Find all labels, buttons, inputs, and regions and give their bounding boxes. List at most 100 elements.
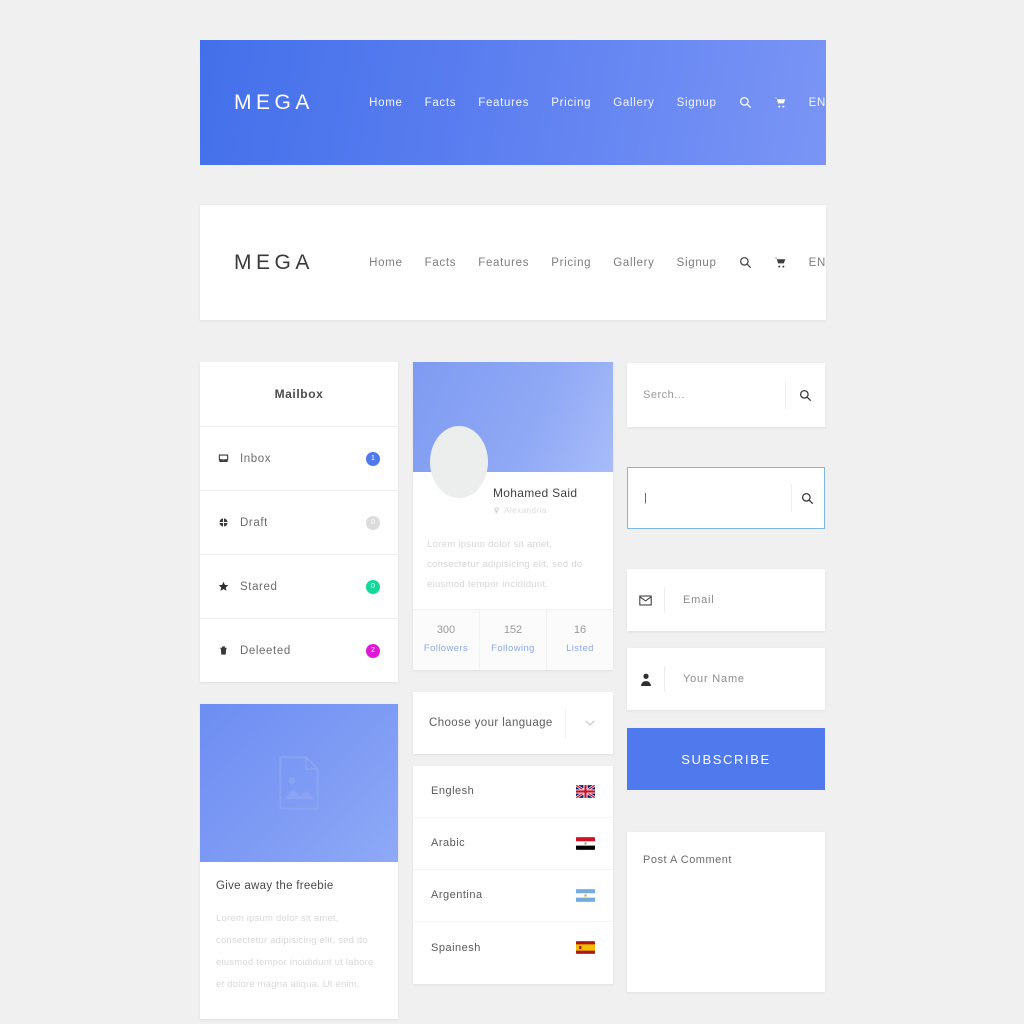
language-item-argentina[interactable]: Argentina — [413, 870, 613, 922]
search-icon[interactable] — [739, 96, 752, 109]
chevron-down-icon[interactable] — [565, 707, 613, 738]
text-cursor: | — [644, 492, 647, 504]
nav-link-facts[interactable]: Facts — [425, 97, 457, 109]
language-select-card[interactable]: Choose your language — [413, 691, 613, 754]
stat-following-label: Following — [491, 642, 535, 654]
nav-lang-code-2[interactable]: EN — [809, 257, 826, 269]
stat-listed-value: 16 — [573, 623, 587, 636]
name-input[interactable] — [665, 673, 825, 685]
profile-card: Mohamed Said Alexandria Lorem ipsum dolo… — [413, 362, 613, 670]
freebie-body: Give away the freebie Lorem ipsum dolor … — [200, 862, 398, 1019]
profile-location-text: Alexandria — [504, 506, 547, 515]
page-root: MEGA Home Facts Features Pricing Gallery… — [0, 0, 1024, 1024]
stat-followers-value: 300 — [436, 623, 456, 636]
language-list-card: Englesh Arabic Argentina Spainesh — [413, 765, 613, 984]
stat-followers-label: Followers — [423, 642, 469, 654]
mailbox-label-stared: Stared — [240, 580, 278, 593]
mailbox-badge-inbox: 1 — [366, 451, 380, 466]
profile-name: Mohamed Said — [493, 486, 578, 500]
nav-link-signup[interactable]: Signup — [677, 97, 717, 109]
envelope-icon — [627, 595, 664, 606]
middle-column: Mohamed Said Alexandria Lorem ipsum dolo… — [413, 362, 613, 984]
email-card — [627, 569, 825, 631]
freebie-text: Lorem ipsum dolor sit amet, consectetur … — [216, 913, 374, 990]
email-input[interactable] — [665, 594, 825, 606]
cart-icon-2[interactable] — [774, 256, 787, 269]
search-card-focused: | — [627, 467, 825, 529]
search-icon-2[interactable] — [739, 256, 752, 269]
nav-link-features-2[interactable]: Features — [478, 257, 529, 269]
language-name-arabic: Arabic — [431, 837, 466, 850]
language-name-spanish: Spainesh — [431, 941, 481, 954]
location-pin-icon — [494, 507, 499, 514]
nav-link-signup-2[interactable]: Signup — [677, 257, 717, 269]
argentina-flag — [576, 888, 595, 902]
star-icon — [218, 581, 240, 592]
language-name-english: Englesh — [431, 785, 475, 798]
search-button[interactable] — [785, 381, 825, 409]
stat-following-value: 152 — [503, 623, 523, 636]
egypt-flag — [576, 836, 595, 850]
search-button-focused[interactable] — [790, 484, 824, 512]
nav-links-white: Home Facts Features Pricing Gallery Sign… — [369, 256, 826, 269]
avatar[interactable] — [430, 426, 488, 498]
language-item-english[interactable]: Englesh — [413, 766, 613, 818]
mailbox-title: Mailbox — [274, 387, 324, 401]
stat-listed-label: Listed — [566, 642, 594, 654]
mailbox-item-stared[interactable]: Stared 0 — [200, 554, 398, 618]
language-name-argentina: Argentina — [431, 889, 483, 902]
nav-link-home[interactable]: Home — [369, 97, 402, 109]
left-column: Mailbox Inbox 1 Draft 0 Stared 0 Deleete… — [200, 362, 398, 1020]
navbar-primary: MEGA Home Facts Features Pricing Gallery… — [200, 40, 826, 165]
language-select[interactable]: Choose your language — [413, 692, 613, 754]
inbox-icon — [218, 453, 240, 464]
mailbox-badge-stared: 0 — [366, 579, 380, 594]
mailbox-card: Mailbox Inbox 1 Draft 0 Stared 0 Deleete… — [200, 362, 398, 682]
right-column: | SU — [627, 363, 825, 992]
nav-link-features[interactable]: Features — [478, 97, 529, 109]
spain-flag — [576, 941, 595, 955]
nav-links-blue: Home Facts Features Pricing Gallery Sign… — [369, 96, 826, 109]
freebie-image — [200, 704, 398, 862]
search-input-focused[interactable] — [646, 492, 791, 504]
draft-icon — [218, 517, 240, 528]
name-card — [627, 648, 825, 710]
mailbox-badge-draft: 0 — [366, 515, 380, 530]
nav-link-home-2[interactable]: Home — [369, 257, 402, 269]
comment-card — [627, 832, 825, 992]
mailbox-item-draft[interactable]: Draft 0 — [200, 490, 398, 554]
profile-body: Mohamed Said Alexandria Lorem ipsum dolo… — [413, 426, 613, 609]
search-card — [627, 363, 825, 427]
nav-lang-code[interactable]: EN — [809, 97, 826, 109]
mailbox-item-deleted[interactable]: Deleeted 2 — [200, 618, 398, 682]
stat-following[interactable]: 152 Following — [480, 609, 547, 670]
brand-logo[interactable]: MEGA — [234, 91, 369, 115]
profile-location: Alexandria — [493, 500, 599, 515]
mailbox-badge-deleted: 2 — [366, 643, 380, 658]
profile-stats: 300 Followers 152 Following 16 Listed — [413, 608, 613, 670]
freebie-card[interactable]: Give away the freebie Lorem ipsum dolor … — [200, 704, 398, 1020]
language-item-arabic[interactable]: Arabic — [413, 818, 613, 870]
mailbox-label-inbox: Inbox — [240, 452, 272, 465]
navbar-secondary: MEGA Home Facts Features Pricing Gallery… — [200, 205, 826, 320]
nav-link-facts-2[interactable]: Facts — [425, 257, 457, 269]
stat-listed[interactable]: 16 Listed — [547, 610, 613, 670]
trash-icon — [218, 645, 240, 656]
comment-textarea[interactable] — [643, 854, 809, 970]
search-input[interactable] — [627, 389, 785, 401]
stat-followers[interactable]: 300 Followers — [413, 609, 480, 670]
freebie-title: Give away the freebie — [216, 880, 334, 892]
mailbox-label-deleted: Deleeted — [240, 644, 291, 657]
brand-logo-secondary[interactable]: MEGA — [234, 251, 369, 275]
image-placeholder-icon — [279, 756, 319, 810]
uk-flag — [576, 784, 595, 798]
nav-link-gallery[interactable]: Gallery — [613, 97, 654, 109]
nav-link-gallery-2[interactable]: Gallery — [613, 257, 654, 269]
language-item-spanish[interactable]: Spainesh — [413, 922, 613, 974]
mailbox-label-draft: Draft — [240, 516, 268, 529]
nav-link-pricing[interactable]: Pricing — [551, 97, 591, 109]
cart-icon[interactable] — [774, 96, 787, 109]
nav-link-pricing-2[interactable]: Pricing — [551, 257, 591, 269]
mailbox-item-inbox[interactable]: Inbox 1 — [200, 426, 398, 490]
subscribe-button[interactable]: SUBSCRIBE — [627, 728, 825, 790]
